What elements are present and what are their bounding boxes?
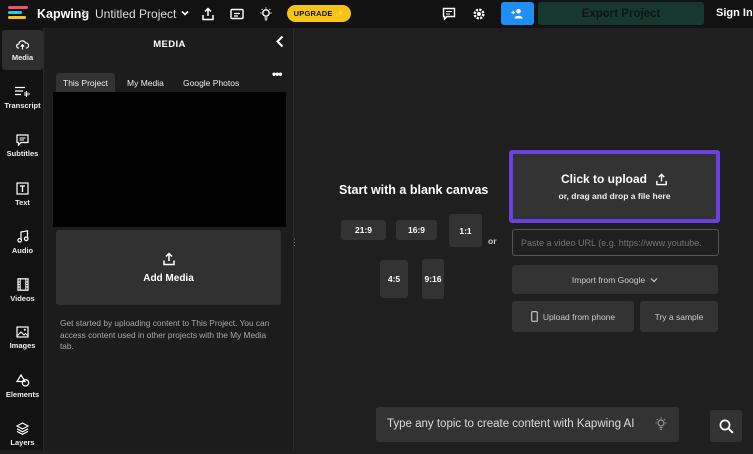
comments-icon[interactable] (440, 5, 458, 23)
breadcrumb-separator: > (81, 5, 89, 20)
rail-item-layers[interactable]: Layers (2, 414, 43, 454)
upload-icon (162, 251, 175, 265)
add-media-button[interactable]: Add Media (56, 230, 281, 305)
project-title[interactable]: Untitled Project (95, 7, 176, 21)
panel-title: MEDIA (153, 39, 186, 50)
rail-label: Transcript (4, 101, 41, 110)
music-note-icon (16, 229, 29, 243)
rail-item-elements[interactable]: Elements (2, 366, 43, 406)
transcript-icon (14, 86, 30, 97)
search-icon (719, 419, 733, 433)
add-media-label: Add Media (143, 272, 194, 284)
rail-label: Layers (10, 437, 35, 447)
add-user-icon (511, 8, 523, 19)
ai-prompt-bar[interactable]: Type any topic to create content with Ka… (376, 407, 679, 442)
lightbulb-icon[interactable] (257, 5, 275, 23)
ratio-21-9-button[interactable]: 21:9 (341, 220, 386, 240)
collapse-chevron-left-icon[interactable] (275, 35, 285, 48)
rail-item-subtitles[interactable]: Subtitles (2, 126, 43, 166)
phone-icon (530, 311, 538, 322)
import-google-label: Import from Google (571, 274, 646, 285)
lightbulb-icon[interactable] (654, 417, 668, 431)
media-preview-area (53, 92, 286, 227)
caption-icon[interactable] (228, 5, 246, 23)
image-icon (16, 326, 29, 338)
upload-title: Click to upload (560, 172, 647, 186)
or-label: or (488, 236, 497, 246)
rail-item-media[interactable]: Media (2, 30, 43, 70)
ratio-16-9-button[interactable]: 16:9 (396, 220, 437, 240)
share-upload-icon[interactable] (199, 5, 217, 23)
rail-label: Videos (10, 293, 35, 303)
subtitles-icon (16, 134, 29, 146)
rail-label: Media (11, 52, 34, 62)
import-from-google-button[interactable]: Import from Google (512, 265, 718, 294)
layers-icon (16, 421, 29, 435)
kapwing-logo-icon[interactable] (8, 6, 30, 22)
upload-icon (656, 172, 667, 185)
ai-prompt-placeholder: Type any topic to create content with Ka… (387, 418, 635, 430)
rail-label: Elements (5, 389, 40, 399)
rail-item-videos[interactable]: Videos (2, 270, 43, 310)
export-project-button[interactable]: Export Project (538, 2, 704, 25)
rail-label: Images (9, 341, 36, 350)
shapes-icon (15, 373, 29, 387)
click-to-upload-dropzone[interactable]: Click to upload or, drag and drop a file… (509, 150, 720, 223)
rail-item-text[interactable]: Text (2, 174, 43, 214)
upload-subtitle: or, drag and drop a file here (558, 191, 671, 201)
help-text: Get started by uploading content to This… (60, 318, 270, 351)
more-options-icon[interactable]: ••• (272, 67, 283, 81)
blank-canvas-title: Start with a blank canvas (339, 183, 489, 197)
film-icon (16, 277, 29, 291)
chevron-down-icon (650, 277, 658, 282)
rail-label: Subtitles (6, 149, 39, 158)
add-collaborator-button[interactable] (501, 2, 534, 25)
chevron-down-icon[interactable] (180, 8, 190, 18)
try-a-sample-button[interactable]: Try a sample (640, 301, 718, 332)
upgrade-button[interactable]: UPGRADE ✨ (287, 5, 351, 22)
tab-this-project[interactable]: This Project (56, 73, 115, 92)
rail-item-audio[interactable]: Audio (2, 222, 43, 262)
rail-item-transcript[interactable]: Transcript (2, 78, 43, 118)
rail-item-images[interactable]: Images (2, 318, 43, 358)
rail-label: Audio (11, 245, 34, 255)
settings-gear-icon[interactable] (470, 5, 488, 23)
ai-search-button[interactable] (710, 410, 742, 442)
upload-phone-label: Upload from phone (542, 311, 616, 322)
video-url-input[interactable] (512, 229, 719, 256)
tab-my-media[interactable]: My Media (120, 73, 171, 92)
media-panel: MEDIA ••• This Project My Media Google P… (45, 28, 294, 450)
upload-cloud-icon (16, 39, 29, 49)
rail-label: Text (15, 197, 30, 207)
text-icon (16, 181, 29, 195)
tab-google-photos[interactable]: Google Photos (176, 73, 246, 92)
ratio-1-1-button[interactable]: 1:1 (449, 214, 482, 247)
upload-from-phone-button[interactable]: Upload from phone (512, 301, 634, 332)
top-bar: Kapwing > Untitled Project UPGRADE ✨ Exp… (0, 0, 753, 28)
left-tool-rail: Media Transcript Subtitles Text Audio Vi… (0, 28, 44, 450)
sign-in-link[interactable]: Sign In (716, 7, 753, 19)
ratio-9-16-button[interactable]: 9:16 (422, 259, 444, 299)
ratio-4-5-button[interactable]: 4:5 (380, 260, 408, 298)
